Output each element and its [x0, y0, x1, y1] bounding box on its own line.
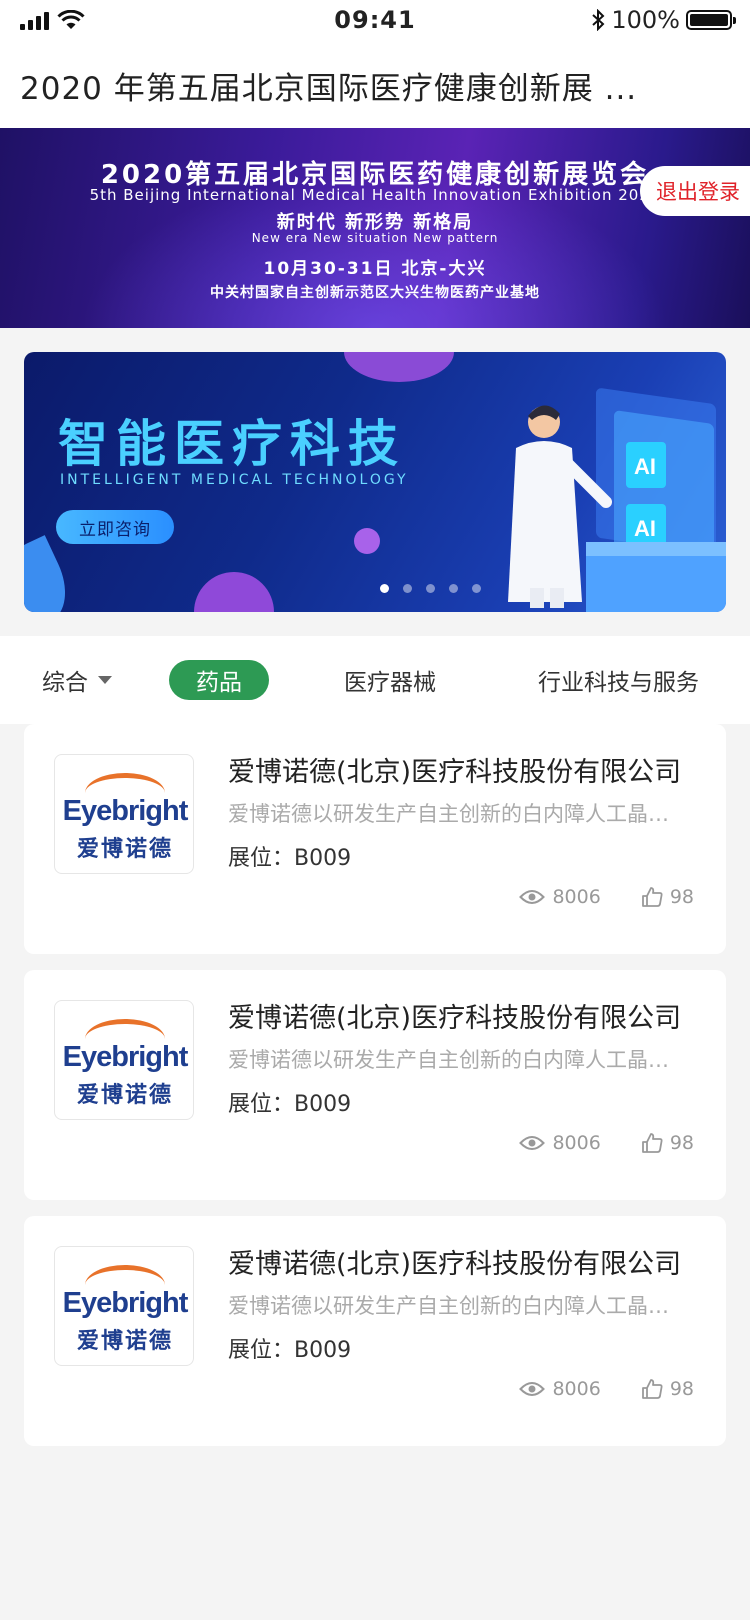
likes-stat[interactable]: 98	[641, 1132, 694, 1154]
promo-carousel[interactable]: 智能医疗科技 INTELLIGENT MEDICAL TECHNOLOGY 立即…	[24, 352, 726, 612]
promo-title: 智能医疗科技	[58, 415, 406, 473]
exhibitor-card[interactable]: Eyebright 爱博诺德 爱博诺德(北京)医疗科技股份有限公司 爱博诺德以研…	[24, 1216, 726, 1446]
likes-stat[interactable]: 98	[641, 886, 694, 908]
views-stat: 8006	[519, 1132, 601, 1154]
ai-label-top: AI	[634, 454, 656, 479]
likes-stat[interactable]: 98	[641, 1378, 694, 1400]
company-description: 爱博诺德以研发生产自主创新的白内障人工晶状体	[228, 802, 688, 826]
exhibition-banner[interactable]: 2020第五届北京国际医药健康创新展览会 5th Beijing Interna…	[0, 128, 750, 328]
title-bar: 2020 年第五届北京国际医疗健康创新展 ...	[0, 42, 750, 128]
logout-button[interactable]: 退出登录	[640, 166, 750, 216]
status-right: 100%	[591, 6, 736, 34]
ai-label-bottom: AI	[634, 516, 656, 541]
eye-icon	[519, 1382, 546, 1396]
card-stats: 8006 98	[519, 1378, 694, 1400]
consult-now-button[interactable]: 立即咨询	[56, 510, 174, 544]
banner-title-en: 5th Beijing International Medical Health…	[89, 186, 661, 204]
views-stat: 8006	[519, 886, 601, 908]
carousel-dot[interactable]	[425, 584, 435, 593]
card-stats: 8006 98	[519, 1132, 694, 1154]
likes-count: 98	[669, 1378, 694, 1400]
company-description: 爱博诺德以研发生产自主创新的白内障人工晶状体	[228, 1294, 688, 1318]
likes-count: 98	[669, 886, 694, 908]
company-logo: Eyebright 爱博诺德	[54, 754, 194, 874]
doctor-ai-illustration: AI AI	[508, 388, 726, 612]
eye-icon	[519, 890, 546, 904]
views-count: 8006	[552, 1378, 601, 1400]
carousel-dots	[24, 584, 726, 593]
carousel-dot[interactable]	[402, 584, 412, 593]
carousel-dot[interactable]	[471, 584, 481, 593]
tab-industry-tech-services[interactable]: 行业科技与服务	[538, 660, 699, 700]
status-bar: 09:41 100%	[0, 0, 750, 42]
booth-number: 展位：B009	[228, 846, 352, 871]
company-description: 爱博诺德以研发生产自主创新的白内障人工晶状体	[228, 1048, 688, 1072]
company-name: 爱博诺德(北京)医疗科技股份有限公司	[228, 757, 682, 788]
eye-icon	[519, 1136, 546, 1150]
bluetooth-icon	[592, 9, 605, 31]
booth-number: 展位：B009	[228, 1338, 352, 1363]
carousel-dot[interactable]	[448, 584, 458, 593]
company-logo: Eyebright 爱博诺德	[54, 1246, 194, 1366]
caret-down-icon	[98, 676, 112, 684]
carousel-dot[interactable]	[379, 584, 389, 593]
likes-count: 98	[669, 1132, 694, 1154]
category-tabs: 综合 药品 医疗器械 行业科技与服务	[0, 636, 750, 724]
company-logo: Eyebright 爱博诺德	[54, 1000, 194, 1120]
battery-percent: 100%	[611, 6, 680, 34]
exhibitor-card[interactable]: Eyebright 爱博诺德 爱博诺德(北京)医疗科技股份有限公司 爱博诺德以研…	[24, 970, 726, 1200]
booth-number: 展位：B009	[228, 1092, 352, 1117]
thumbs-up-icon	[641, 1379, 663, 1399]
views-stat: 8006	[519, 1378, 601, 1400]
tab-drugs[interactable]: 药品	[169, 660, 269, 700]
thumbs-up-icon	[641, 887, 663, 907]
card-stats: 8006 98	[519, 886, 694, 908]
banner-venue: 中关村国家自主创新示范区大兴生物医药产业基地	[210, 285, 540, 301]
tab-all[interactable]: 综合	[42, 660, 112, 700]
page-title: 2020 年第五届北京国际医疗健康创新展 ...	[20, 70, 638, 107]
tab-label: 综合	[42, 670, 88, 696]
thumbs-up-icon	[641, 1133, 663, 1153]
company-name: 爱博诺德(北京)医疗科技股份有限公司	[228, 1003, 682, 1034]
battery-icon	[686, 10, 736, 30]
banner-date: 10月30-31日 北京-大兴	[263, 259, 487, 279]
promo-section: 智能医疗科技 INTELLIGENT MEDICAL TECHNOLOGY 立即…	[0, 328, 750, 636]
views-count: 8006	[552, 1132, 601, 1154]
views-count: 8006	[552, 886, 601, 908]
tab-medical-devices[interactable]: 医疗器械	[344, 660, 436, 700]
banner-slogan-en: New era New situation New pattern	[251, 231, 499, 245]
company-name: 爱博诺德(北京)医疗科技股份有限公司	[228, 1249, 682, 1280]
exhibitor-card[interactable]: Eyebright 爱博诺德 爱博诺德(北京)医疗科技股份有限公司 爱博诺德以研…	[24, 724, 726, 954]
promo-subtitle: INTELLIGENT MEDICAL TECHNOLOGY	[60, 472, 409, 488]
